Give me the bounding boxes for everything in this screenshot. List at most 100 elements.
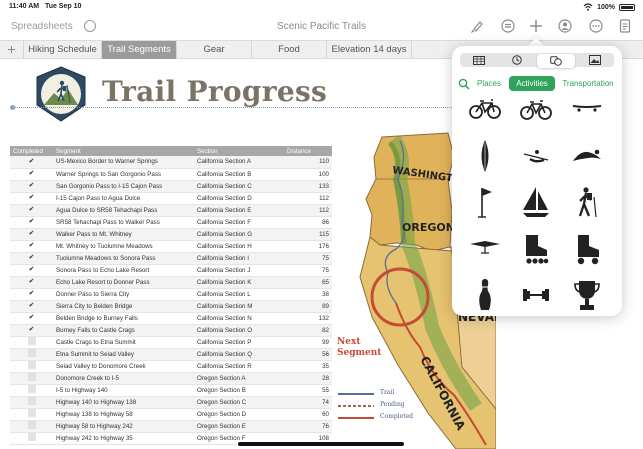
section-cell[interactable]: Oregon Section E: [194, 420, 284, 433]
completed-cell[interactable]: [10, 408, 53, 421]
distance-cell[interactable]: 115: [284, 228, 332, 241]
completed-cell[interactable]: ✔: [10, 228, 53, 241]
segment-cell[interactable]: Donomore Creek to I-5: [53, 372, 194, 385]
checkbox-checked[interactable]: ✔: [28, 314, 36, 322]
distance-cell[interactable]: 133: [284, 180, 332, 193]
table-row[interactable]: ✔ Sonora Pass to Echo Lake Resort Californ…: [10, 264, 332, 277]
table-row[interactable]: Etna Summit to Seiad Valley California Se…: [10, 348, 332, 361]
distance-cell[interactable]: 60: [284, 408, 332, 421]
table-row[interactable]: I-5 to Highway 140 Oregon Section B 55: [10, 384, 332, 397]
tab-gear[interactable]: Gear: [177, 41, 252, 59]
segment-cell[interactable]: Tuolumne Meadows to Sonora Pass: [53, 252, 194, 265]
tab-food[interactable]: Food: [252, 41, 327, 59]
table-row[interactable]: Seiad Valley to Donomore Creek California…: [10, 360, 332, 373]
section-cell[interactable]: California Section A: [194, 156, 284, 169]
distance-cell[interactable]: 75: [284, 264, 332, 277]
distance-cell[interactable]: 74: [284, 396, 332, 409]
segment-cell[interactable]: Echo Lake Resort to Donner Pass: [53, 276, 194, 289]
segment-cell[interactable]: Sonora Pass to Echo Lake Resort: [53, 264, 194, 277]
segment-cell[interactable]: Mt. Whitney to Tuolumne Meadows: [53, 240, 194, 253]
tab-trail-segments[interactable]: Trail Segments: [102, 41, 177, 59]
checkbox-checked[interactable]: ✔: [28, 266, 36, 274]
table-row[interactable]: ✔ Donner Pass to Sierra City California Se…: [10, 288, 332, 301]
skateboard-icon[interactable]: [570, 92, 604, 126]
segment-cell[interactable]: San Gorgonio Pass to I-15 Cajon Pass: [53, 180, 194, 193]
checkbox-unchecked[interactable]: [27, 433, 36, 441]
page-title[interactable]: Trail Progress: [102, 75, 327, 108]
checkbox-checked[interactable]: ✔: [28, 242, 36, 250]
table-row[interactable]: Highway 140 to Highway 138 Oregon Section…: [10, 396, 332, 409]
checkbox-unchecked[interactable]: [27, 349, 36, 357]
completed-cell[interactable]: ✔: [10, 324, 53, 337]
section-cell[interactable]: Oregon Section B: [194, 384, 284, 397]
checkbox-checked[interactable]: ✔: [28, 278, 36, 286]
section-cell[interactable]: California Section N: [194, 312, 284, 325]
checkbox-unchecked[interactable]: [27, 421, 36, 429]
distance-cell[interactable]: 82: [284, 324, 332, 337]
completed-cell[interactable]: ✔: [10, 192, 53, 205]
completed-cell[interactable]: ✔: [10, 300, 53, 313]
checkbox-checked[interactable]: ✔: [28, 230, 36, 238]
search-icon[interactable]: [458, 78, 470, 90]
checkbox-checked[interactable]: ✔: [28, 254, 36, 262]
category-transportation[interactable]: Transportation: [560, 76, 616, 91]
section-cell[interactable]: Oregon Section D: [194, 408, 284, 421]
tab-hiking-schedule[interactable]: Hiking Schedule: [24, 41, 102, 59]
swimmer-icon[interactable]: [570, 139, 604, 173]
checkbox-checked[interactable]: ✔: [28, 194, 36, 202]
distance-cell[interactable]: 28: [284, 372, 332, 385]
table-row[interactable]: ✔ Sierra City to Belden Bridge California …: [10, 300, 332, 313]
checkbox-checked[interactable]: ✔: [28, 302, 36, 310]
section-cell[interactable]: California Section F: [194, 216, 284, 229]
document-title[interactable]: Scenic Pacific Trails: [0, 21, 643, 32]
trail-segments-table[interactable]: Completed Segment Section Distance ✔ US-M…: [10, 146, 332, 445]
segment-cell[interactable]: I-5 to Highway 140: [53, 384, 194, 397]
distance-cell[interactable]: 38: [284, 288, 332, 301]
completed-cell[interactable]: ✔: [10, 252, 53, 265]
completed-cell[interactable]: [10, 420, 53, 433]
more-icon[interactable]: [589, 19, 603, 33]
completed-cell[interactable]: ✔: [10, 216, 53, 229]
checkbox-checked[interactable]: ✔: [28, 182, 36, 190]
section-cell[interactable]: California Section G: [194, 228, 284, 241]
completed-cell[interactable]: ✔: [10, 312, 53, 325]
completed-cell[interactable]: [10, 336, 53, 349]
table-row[interactable]: ✔ Echo Lake Resort to Donner Pass Californ…: [10, 276, 332, 289]
golf-flag-icon[interactable]: [468, 185, 502, 219]
insert-media-tab[interactable]: [576, 53, 614, 67]
checkbox-unchecked[interactable]: [27, 361, 36, 369]
table-row[interactable]: ✔ SR58 Tehachapi Pass to Walker Pass Calif…: [10, 216, 332, 229]
section-cell[interactable]: California Section I: [194, 252, 284, 265]
distance-cell[interactable]: 89: [284, 300, 332, 313]
table-row[interactable]: ✔ Burney Falls to Castle Crags California …: [10, 324, 332, 337]
segment-cell[interactable]: Burney Falls to Castle Crags: [53, 324, 194, 337]
segment-cell[interactable]: I-15 Cajon Pass to Agua Dulce: [53, 192, 194, 205]
completed-cell[interactable]: ✔: [10, 180, 53, 193]
distance-cell[interactable]: 112: [284, 204, 332, 217]
insert-shapes-tab[interactable]: [537, 54, 575, 68]
sailboat-icon[interactable]: [519, 185, 553, 219]
completed-cell[interactable]: [10, 348, 53, 361]
segment-cell[interactable]: Belden Bridge to Burney Falls: [53, 312, 194, 325]
checkbox-checked[interactable]: ✔: [28, 326, 36, 334]
segment-cell[interactable]: Highway 140 to Highway 138: [53, 396, 194, 409]
surfboard-icon[interactable]: [468, 139, 502, 173]
table-row[interactable]: ✔ Walker Pass to Mt. Whitney California Se…: [10, 228, 332, 241]
table-row[interactable]: Highway 138 to Highway 58 Oregon Section …: [10, 408, 332, 421]
table-row[interactable]: ✔ Agua Dulce to SR58 Tehachapi Pass Califo…: [10, 204, 332, 217]
completed-cell[interactable]: ✔: [10, 240, 53, 253]
insert-table-tab[interactable]: [460, 53, 498, 67]
segment-cell[interactable]: Sierra City to Belden Bridge: [53, 300, 194, 313]
segment-cell[interactable]: Highway 58 to Highway 242: [53, 420, 194, 433]
inline-skate-icon[interactable]: [519, 232, 553, 266]
distance-cell[interactable]: 56: [284, 348, 332, 361]
segment-cell[interactable]: Etna Summit to Seiad Valley: [53, 348, 194, 361]
table-row[interactable]: ✔ US-Mexico Border to Warner Springs Calif…: [10, 156, 332, 169]
completed-cell[interactable]: ✔: [10, 168, 53, 181]
completed-cell[interactable]: [10, 360, 53, 373]
segment-cell[interactable]: Highway 138 to Highway 58: [53, 408, 194, 421]
header-segment[interactable]: Segment: [53, 146, 194, 156]
trophy-icon[interactable]: [570, 278, 604, 312]
distance-cell[interactable]: 99: [284, 336, 332, 349]
format-list-icon[interactable]: [501, 19, 515, 33]
